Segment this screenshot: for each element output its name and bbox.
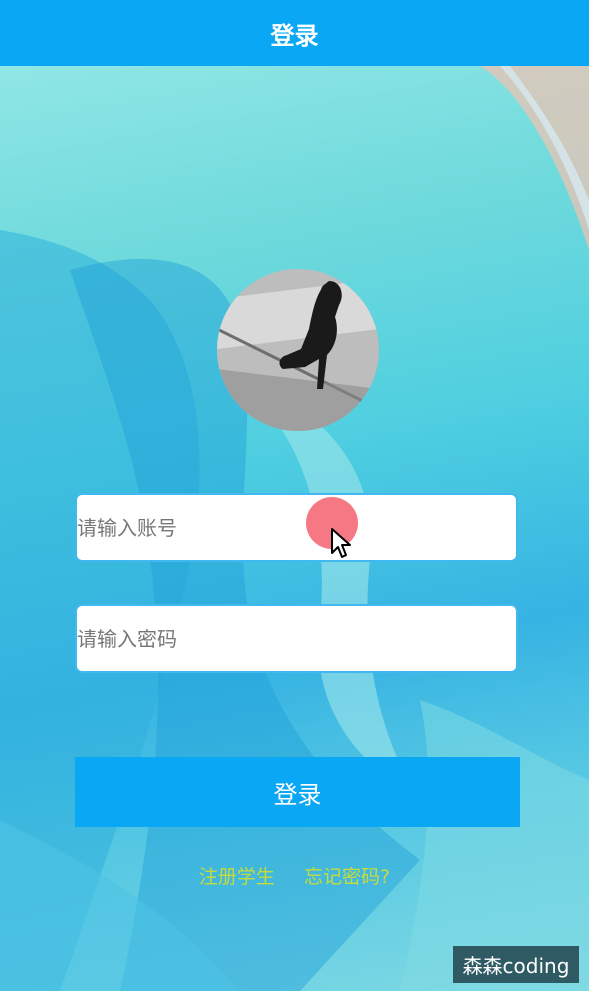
register-link[interactable]: 注册学生 [199,862,275,889]
footer-links: 注册学生 忘记密码? [0,862,589,889]
login-button[interactable]: 登录 [75,757,520,827]
account-input[interactable] [77,495,516,560]
avatar-photo [217,269,379,431]
page-title: 登录 [270,21,319,50]
forgot-password-link[interactable]: 忘记密码? [304,862,390,889]
avatar [217,269,379,431]
password-input[interactable] [77,606,516,671]
cursor-arrow-icon [331,528,351,558]
top-bar: 登录 [0,0,589,66]
password-field[interactable] [75,604,518,673]
account-field[interactable] [75,493,518,562]
watermark: 森森coding [453,946,579,983]
